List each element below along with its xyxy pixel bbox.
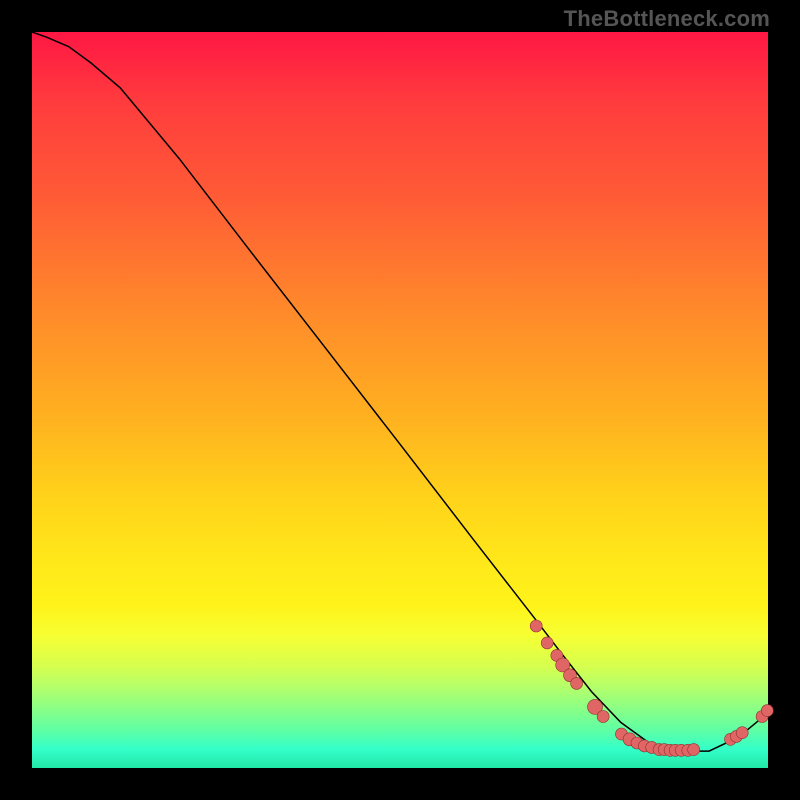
- data-marker: [761, 705, 773, 717]
- marker-group: [530, 620, 773, 756]
- data-marker: [736, 727, 748, 739]
- bottleneck-curve: [32, 32, 768, 751]
- data-marker: [571, 677, 583, 689]
- data-marker: [688, 744, 700, 756]
- chart-overlay: [32, 32, 768, 768]
- data-marker: [530, 620, 542, 632]
- data-marker: [541, 637, 553, 649]
- data-marker: [597, 711, 609, 723]
- watermark-text: TheBottleneck.com: [564, 6, 770, 32]
- chart-frame: TheBottleneck.com: [0, 0, 800, 800]
